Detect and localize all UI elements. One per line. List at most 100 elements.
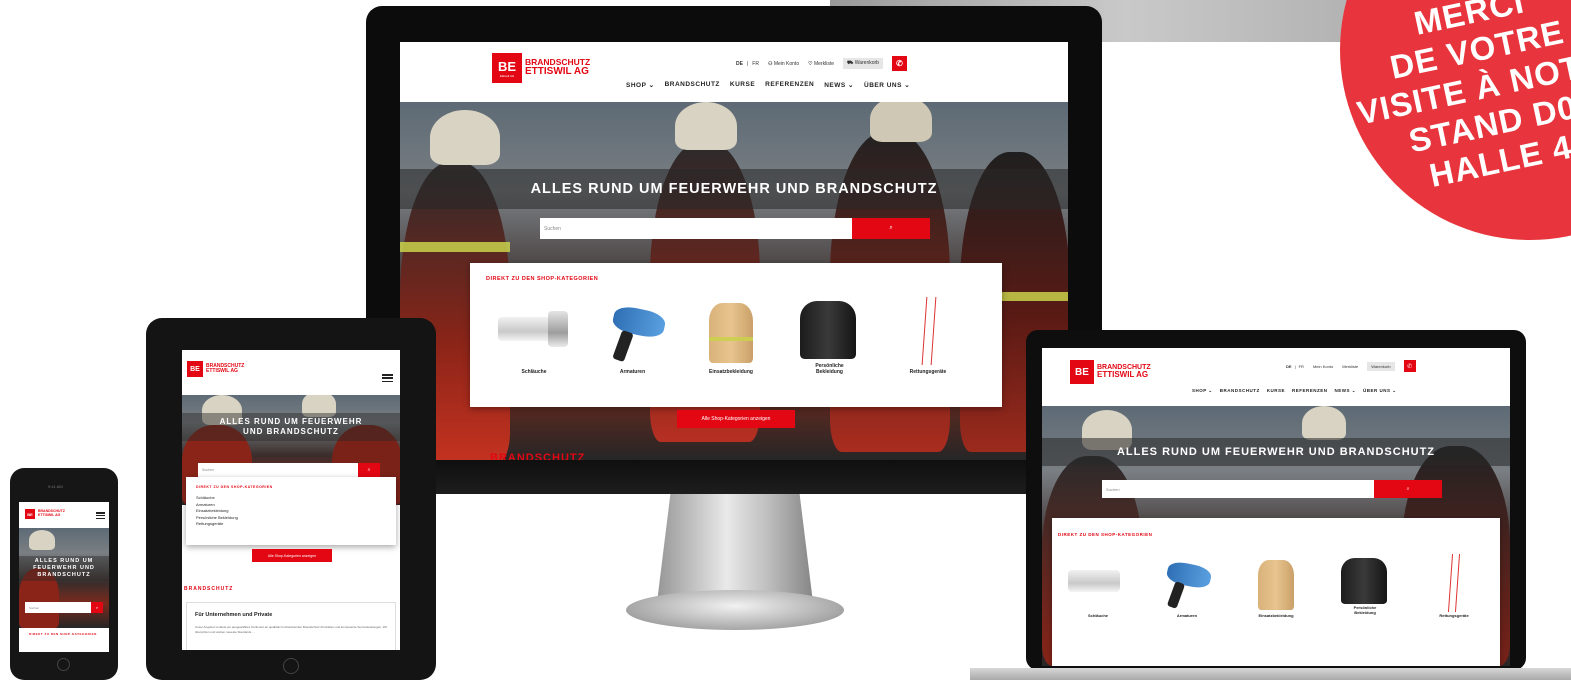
category-schlaeuche[interactable]: Schläuche (494, 297, 574, 375)
cart-icon: ⛟ (847, 60, 854, 66)
search-icon: ⌕ (367, 467, 371, 473)
laptop-call-button[interactable]: ✆ (1403, 360, 1416, 372)
cart-button[interactable]: ⛟ Warenkorb (843, 58, 883, 69)
monitor-chin (366, 460, 1102, 494)
ladder-image (921, 297, 937, 365)
call-button[interactable]: ✆ (891, 56, 907, 71)
brandschutz-heading: BRANDSCHUTZ (490, 452, 586, 460)
search-icon: ⌕ (889, 225, 893, 231)
lang-de[interactable]: DE (736, 61, 743, 67)
tablet-search-button[interactable]: ⌕ (358, 463, 380, 477)
nav-ueber-uns[interactable]: ÜBER UNS ⌄ (864, 81, 910, 89)
laptop-category[interactable]: Schläuche (1062, 554, 1134, 619)
laptop-cart[interactable]: Warenkorb (1367, 361, 1395, 371)
laptop-wishlist[interactable]: Merkliste (1342, 364, 1358, 369)
tablet-category-item[interactable]: Rettungsgeräte (196, 521, 238, 528)
laptop-search-input[interactable]: Suchen (1102, 480, 1374, 498)
phone-search-button[interactable]: ⌕ (91, 602, 103, 613)
tablet-header: BE BRANDSCHUTZ ETTISWIL AG (182, 350, 400, 395)
phone-screen: BE BRANDSCHUTZ ETTISWIL AG ALLES RUND UM… (19, 502, 109, 652)
hero-title: ALLES RUND UM FEUERWEHR UND BRANDSCHUTZ (400, 169, 1068, 209)
laptop-category-list: Schläuche Armaturen Einsatzbekleidung Pe… (1062, 554, 1490, 619)
card-title: Für Unternehmen und Private (195, 612, 273, 618)
category-label: Einsatzbekleidung (709, 369, 753, 375)
tablet-screen: BE BRANDSCHUTZ ETTISWIL AG ALLES RUND UM… (182, 350, 400, 650)
phone-hamburger-icon[interactable] (96, 512, 105, 519)
hero-search: Suchen ⌕ (540, 218, 930, 239)
all-categories-button[interactable]: Alle Shop-Kategorien anzeigen (677, 410, 795, 428)
account-link[interactable]: ⚇ Mein Konto (768, 61, 799, 67)
tablet-logo[interactable]: BE BRANDSCHUTZ ETTISWIL AG (187, 361, 244, 377)
tablet-hero-title: ALLES RUND UM FEUERWEHR UND BRANDSCHUTZ (182, 413, 400, 441)
search-button[interactable]: ⌕ (852, 218, 930, 239)
desktop-screen: BE Ettiswil AG BRANDSCHUTZ ETTISWIL AG D… (400, 42, 1068, 460)
phone-logo[interactable]: BE BRANDSCHUTZ ETTISWIL AG (25, 509, 65, 519)
search-input[interactable]: Suchen (540, 218, 852, 239)
category-armaturen[interactable]: Armaturen (593, 297, 673, 375)
laptop-lid: BE BRANDSCHUTZ ETTISWIL AG DE | FR Mein … (1026, 330, 1526, 670)
nav-kurse[interactable]: KURSE (730, 81, 755, 89)
nav-news[interactable]: NEWS ⌄ (824, 81, 854, 89)
phone-home-button[interactable] (57, 658, 70, 671)
category-label: Rettungsgeräte (909, 369, 947, 375)
logo-line2: ETTISWIL AG (525, 66, 589, 78)
laptop-search-button[interactable]: ⌕ (1374, 480, 1442, 498)
laptop-nav-item[interactable]: REFERENZEN (1292, 388, 1328, 394)
laptop-category[interactable]: Rettungsgeräte (1418, 554, 1490, 619)
category-list: Schläuche Armaturen Einsatzbekleidung Pe… (494, 297, 968, 375)
showcase-stage: BE Ettiswil AG BRANDSCHUTZ ETTISWIL AG D… (0, 0, 1571, 680)
tablet-search-input[interactable]: Suchen (198, 463, 358, 477)
laptop-logo[interactable]: BE BRANDSCHUTZ ETTISWIL AG (1070, 360, 1151, 384)
laptop-nav-item[interactable]: NEWS ⌄ (1334, 388, 1356, 394)
category-rettungsgeraete[interactable]: Rettungsgeräte (888, 297, 968, 375)
search-icon: ⌕ (1406, 486, 1410, 492)
tablet-categories-heading: DIREKT ZU DEN SHOP-KATEGORIEN (196, 485, 273, 489)
laptop-nav-item[interactable]: SHOP ⌄ (1192, 388, 1213, 394)
jacket-image (709, 303, 753, 363)
tablet-all-categories-button[interactable]: Alle Shop-Kategorien anzeigen (252, 549, 332, 562)
nav-brandschutz[interactable]: BRANDSCHUTZ (665, 81, 720, 89)
laptop-top-bar: DE | FR Mein Konto Merkliste Warenkorb ✆ (1286, 360, 1416, 372)
laptop-screen: BE BRANDSCHUTZ ETTISWIL AG DE | FR Mein … (1042, 348, 1510, 666)
laptop-nav-item[interactable]: ÜBER UNS ⌄ (1363, 388, 1397, 394)
laptop-category[interactable]: Persönliche Bekleidung (1329, 554, 1401, 619)
laptop-category[interactable]: Einsatzbekleidung (1240, 554, 1312, 619)
laptop-categories-heading: DIREKT ZU DEN SHOP-KATEGORIEN (1058, 532, 1153, 537)
category-persoenliche-bekleidung[interactable]: Persönliche Bekleidung (790, 297, 870, 375)
tablet-home-button[interactable] (283, 658, 299, 674)
phone-hero: ALLES RUND UM FEUERWEHR UND BRANDSCHUTZ … (19, 528, 109, 628)
laptop-nav-item[interactable]: BRANDSCHUTZ (1220, 388, 1260, 394)
hamburger-icon[interactable] (382, 374, 393, 382)
card-text: Unser Angebot umfasst ein ausgewähltes S… (195, 625, 388, 634)
category-einsatzbekleidung[interactable]: Einsatzbekleidung (691, 297, 771, 375)
phone-search-input[interactable]: Suchen (25, 602, 91, 613)
tablet-device: BE BRANDSCHUTZ ETTISWIL AG ALLES RUND UM… (146, 318, 436, 680)
tablet-category-list: Schläuche Armaturen Einsatzbekleidung Pe… (196, 495, 238, 528)
laptop-category[interactable]: Armaturen (1151, 554, 1223, 619)
lang-fr[interactable]: FR (752, 61, 759, 67)
site-logo[interactable]: BE Ettiswil AG BRANDSCHUTZ ETTISWIL AG (492, 53, 590, 83)
phone-hero-title: ALLES RUND UM FEUERWEHR UND BRANDSCHUTZ (19, 556, 109, 581)
nav-shop[interactable]: SHOP ⌄ (626, 81, 655, 89)
nav-referenzen[interactable]: REFERENZEN (765, 81, 814, 89)
main-nav: SHOP ⌄ BRANDSCHUTZ KURSE REFERENZEN NEWS… (626, 81, 910, 89)
phone-categories-heading: DIREKT ZU DEN SHOP-KATEGORIEN (29, 632, 97, 636)
tablet-search: Suchen ⌕ (198, 463, 380, 477)
logo-sub: Ettiswil AG (499, 73, 515, 78)
nozzle-image (610, 303, 667, 341)
search-icon: ⌕ (95, 605, 99, 610)
phone-device: 9:41 AM BE BRANDSCHUTZ ETTISWIL AG ALLES… (10, 468, 118, 680)
phone-search: Suchen ⌕ (25, 602, 103, 613)
laptop-account[interactable]: Mein Konto (1313, 364, 1333, 369)
desktop-monitor: BE Ettiswil AG BRANDSCHUTZ ETTISWIL AG D… (366, 6, 1102, 494)
laptop-nav-item[interactable]: KURSE (1267, 388, 1285, 394)
laptop-category-box: DIREKT ZU DEN SHOP-KATEGORIEN Schläuche … (1052, 518, 1500, 666)
wishlist-link[interactable]: ♡ Merkliste (808, 61, 834, 67)
laptop-main-nav: SHOP ⌄ BRANDSCHUTZ KURSE REFERENZEN NEWS… (1192, 388, 1397, 394)
tablet-category-box: DIREKT ZU DEN SHOP-KATEGORIEN Schläuche … (186, 477, 396, 545)
monitor-foot (626, 590, 844, 630)
laptop-base (970, 668, 1571, 680)
phone-status: 9:41 AM (48, 484, 63, 489)
phone-icon: ✆ (896, 59, 903, 68)
category-label: Persönliche Bekleidung (815, 363, 844, 375)
